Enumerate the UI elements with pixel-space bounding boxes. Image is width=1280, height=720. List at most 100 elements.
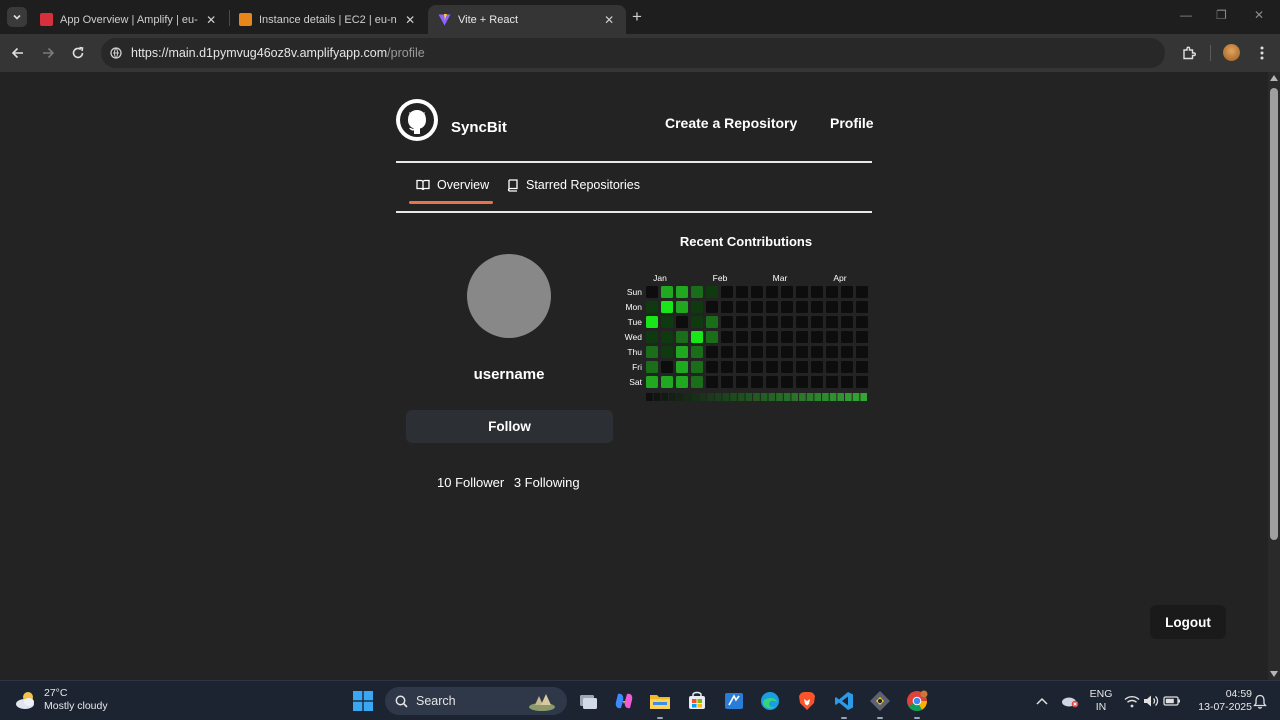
- heatmap-cell[interactable]: [691, 346, 703, 358]
- heatmap-cell[interactable]: [691, 361, 703, 373]
- heatmap-cell[interactable]: [721, 286, 733, 298]
- heatmap-cell[interactable]: [676, 361, 688, 373]
- reload-button[interactable]: [68, 43, 88, 63]
- heatmap-cell[interactable]: [826, 316, 838, 328]
- edge-browser-icon[interactable]: [758, 689, 782, 713]
- heatmap-cell[interactable]: [661, 331, 673, 343]
- heatmap-cell[interactable]: [706, 331, 718, 343]
- new-tab-button[interactable]: +: [632, 8, 642, 25]
- heatmap-cell[interactable]: [781, 316, 793, 328]
- tab-starred-repositories[interactable]: Starred Repositories: [507, 175, 640, 195]
- heatmap-cell[interactable]: [811, 316, 823, 328]
- close-tab-icon[interactable]: ✕: [204, 13, 218, 27]
- heatmap-cell[interactable]: [766, 361, 778, 373]
- heatmap-cell[interactable]: [721, 346, 733, 358]
- heatmap-cell[interactable]: [706, 346, 718, 358]
- heatmap-cell[interactable]: [691, 286, 703, 298]
- heatmap-cell[interactable]: [811, 376, 823, 388]
- heatmap-cell[interactable]: [691, 376, 703, 388]
- heatmap-cell[interactable]: [661, 376, 673, 388]
- tab-ec2[interactable]: Instance details | EC2 | eu-north ✕: [229, 5, 427, 34]
- heatmap-cell[interactable]: [676, 286, 688, 298]
- heatmap-cell[interactable]: [841, 331, 853, 343]
- chrome-browser-icon[interactable]: [905, 689, 929, 713]
- follower-count[interactable]: 10 Follower: [437, 475, 504, 490]
- heatmap-cell[interactable]: [826, 346, 838, 358]
- heatmap-cell[interactable]: [646, 301, 658, 313]
- back-button[interactable]: [8, 43, 28, 63]
- heatmap-cell[interactable]: [856, 301, 868, 313]
- heatmap-cell[interactable]: [856, 376, 868, 388]
- heatmap-cell[interactable]: [841, 301, 853, 313]
- maximize-icon[interactable]: ❐: [1216, 8, 1227, 22]
- heatmap-cell[interactable]: [646, 346, 658, 358]
- battery-icon[interactable]: [1160, 689, 1184, 713]
- heatmap-cell[interactable]: [661, 346, 673, 358]
- heatmap-cell[interactable]: [766, 346, 778, 358]
- heatmap-cell[interactable]: [691, 331, 703, 343]
- close-window-icon[interactable]: ✕: [1254, 8, 1264, 22]
- heatmap-cell[interactable]: [781, 286, 793, 298]
- extensions-button[interactable]: [1178, 43, 1198, 63]
- heatmap-cell[interactable]: [841, 361, 853, 373]
- heatmap-cell[interactable]: [736, 316, 748, 328]
- heatmap-cell[interactable]: [751, 316, 763, 328]
- onedrive-status-icon[interactable]: [1058, 689, 1082, 713]
- heatmap-cell[interactable]: [706, 316, 718, 328]
- logout-button[interactable]: Logout: [1150, 605, 1226, 639]
- heatmap-cell[interactable]: [796, 316, 808, 328]
- vscode-icon[interactable]: [832, 689, 856, 713]
- heatmap-cell[interactable]: [751, 361, 763, 373]
- heatmap-cell[interactable]: [661, 286, 673, 298]
- create-repository-link[interactable]: Create a Repository: [665, 115, 797, 131]
- heatmap-cell[interactable]: [781, 331, 793, 343]
- heatmap-cell[interactable]: [781, 361, 793, 373]
- heatmap-cell[interactable]: [796, 286, 808, 298]
- heatmap-cell[interactable]: [751, 301, 763, 313]
- heatmap-cell[interactable]: [721, 316, 733, 328]
- heatmap-cell[interactable]: [706, 376, 718, 388]
- heatmap-cell[interactable]: [766, 316, 778, 328]
- heatmap-cell[interactable]: [736, 301, 748, 313]
- show-hidden-icons-icon[interactable]: [1030, 689, 1054, 713]
- heatmap-cell[interactable]: [721, 301, 733, 313]
- heatmap-cell[interactable]: [781, 376, 793, 388]
- heatmap-cell[interactable]: [736, 361, 748, 373]
- file-explorer-icon[interactable]: [648, 689, 672, 713]
- heatmap-cell[interactable]: [826, 286, 838, 298]
- heatmap-cell[interactable]: [676, 331, 688, 343]
- heatmap-cell[interactable]: [856, 316, 868, 328]
- tab-amplify[interactable]: App Overview | Amplify | eu-no ✕: [30, 5, 228, 34]
- scrollbar-thumb[interactable]: [1270, 88, 1278, 540]
- heatmap-cell[interactable]: [826, 376, 838, 388]
- heatmap-cell[interactable]: [706, 286, 718, 298]
- heatmap-cell[interactable]: [751, 286, 763, 298]
- heatmap-cell[interactable]: [796, 331, 808, 343]
- heatmap-cell[interactable]: [841, 286, 853, 298]
- heatmap-cell[interactable]: [661, 316, 673, 328]
- language-indicator[interactable]: ENG IN: [1088, 688, 1114, 714]
- heatmap-cell[interactable]: [826, 301, 838, 313]
- heatmap-cell[interactable]: [646, 316, 658, 328]
- heatmap-cell[interactable]: [811, 361, 823, 373]
- heatmap-cell[interactable]: [841, 316, 853, 328]
- tab-vite-react[interactable]: Vite + React ✕: [428, 5, 626, 34]
- heatmap-cell[interactable]: [781, 346, 793, 358]
- heatmap-cell[interactable]: [856, 331, 868, 343]
- heatmap-cell[interactable]: [826, 361, 838, 373]
- heatmap-cell[interactable]: [646, 331, 658, 343]
- page-scrollbar[interactable]: [1268, 72, 1280, 680]
- heatmap-cell[interactable]: [841, 346, 853, 358]
- heatmap-cell[interactable]: [736, 376, 748, 388]
- heatmap-cell[interactable]: [661, 361, 673, 373]
- heatmap-cell[interactable]: [811, 331, 823, 343]
- heatmap-cell[interactable]: [856, 361, 868, 373]
- browser-profile-avatar[interactable]: [1223, 44, 1240, 61]
- heatmap-cell[interactable]: [751, 376, 763, 388]
- git-tool-icon[interactable]: [868, 689, 892, 713]
- heatmap-cell[interactable]: [691, 301, 703, 313]
- heatmap-cell[interactable]: [676, 376, 688, 388]
- heatmap-cell[interactable]: [796, 301, 808, 313]
- brand-name[interactable]: SyncBit: [451, 119, 507, 136]
- profile-link[interactable]: Profile: [830, 115, 874, 131]
